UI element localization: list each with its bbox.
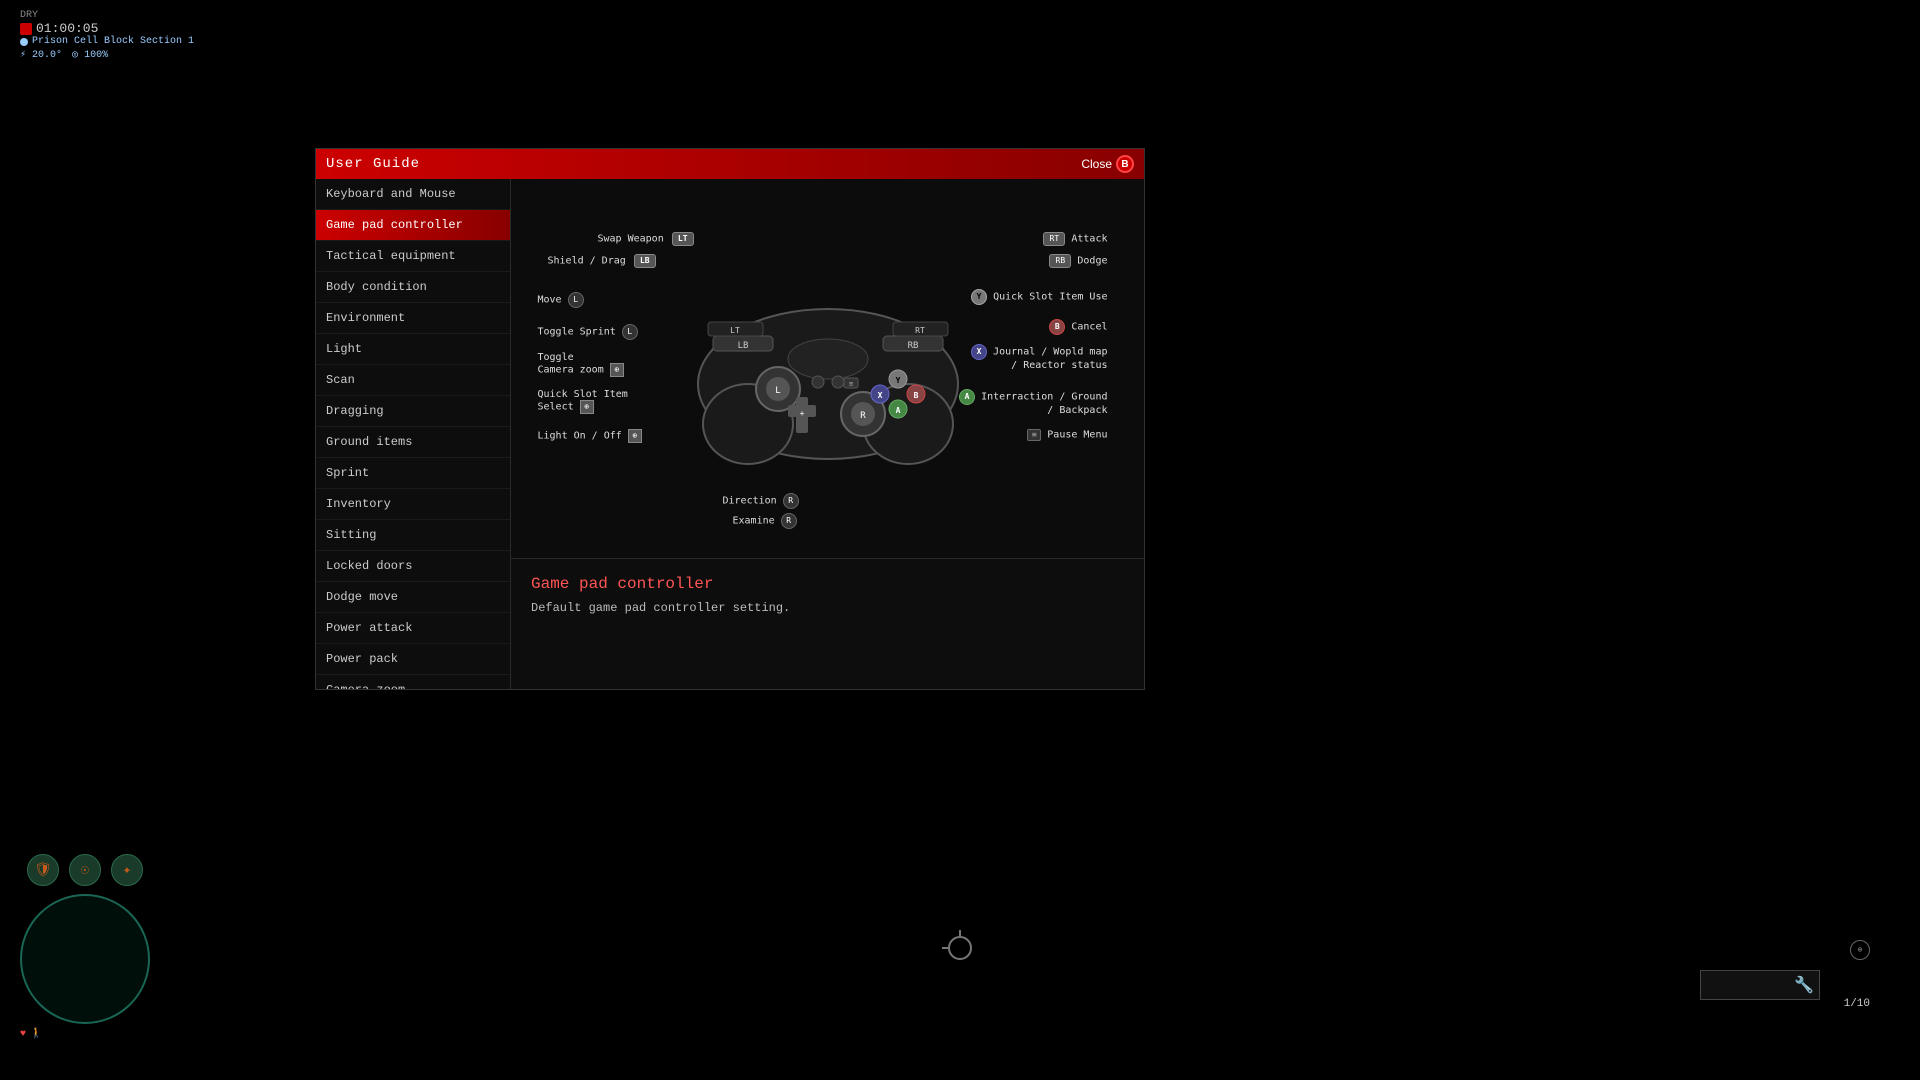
controller-svg: L R + Y B <box>688 274 968 474</box>
dialog-title-bar: User Guide Close B <box>316 149 1144 179</box>
label-quick-slot-use: Y Quick Slot Item Use <box>971 289 1107 305</box>
close-button[interactable]: Close B <box>1081 155 1134 173</box>
hud-top-left: DRY 01:00:05 Prison Cell Block Section 1… <box>20 10 194 61</box>
hud-temp: ⚡ 20.0° <box>20 49 62 61</box>
user-guide-dialog: User Guide Close B Keyboard and Mouse Ga… <box>315 148 1145 690</box>
sidebar-item-dodge-move[interactable]: Dodge move <box>316 582 510 613</box>
hud-icon-shield: 🛡 <box>27 854 59 886</box>
hud-location: Prison Cell Block Section 1 <box>20 36 194 47</box>
sidebar-item-gamepad[interactable]: Game pad controller <box>316 210 510 241</box>
hud-timer-value: 01:00:05 <box>36 21 98 36</box>
svg-text:X: X <box>877 391 882 400</box>
label-dodge: RB Dodge <box>1049 254 1107 268</box>
hud-timer-icon <box>20 23 32 35</box>
controller-diagram: L R + Y B <box>538 224 1118 514</box>
sidebar-item-keyboard-mouse[interactable]: Keyboard and Mouse <box>316 179 510 210</box>
svg-text:LT: LT <box>730 326 740 335</box>
hud-bottom-left: 🛡 ☉ ✦ ♥ 🚶 <box>20 854 150 1040</box>
svg-text:LB: LB <box>737 341 748 351</box>
label-toggle-camera: ToggleCamera zoom ⊕ <box>538 352 624 377</box>
sidebar-item-locked-doors[interactable]: Locked doors <box>316 551 510 582</box>
hud-percent: ◎ 100% <box>72 49 108 61</box>
hud-icon-person: ☉ <box>69 854 101 886</box>
sidebar-item-sitting[interactable]: Sitting <box>316 520 510 551</box>
hud-timer: 01:00:05 <box>20 21 194 36</box>
hud-health: ♥ 🚶 <box>20 1028 150 1040</box>
svg-text:≡: ≡ <box>848 380 852 388</box>
compass-icon: ⊕ <box>1850 940 1870 960</box>
description-title: Game pad controller <box>531 575 1124 593</box>
sidebar-item-environment[interactable]: Environment <box>316 303 510 334</box>
label-direction: Direction R <box>723 493 799 509</box>
close-b-icon: B <box>1116 155 1134 173</box>
sidebar-item-power-attack[interactable]: Power attack <box>316 613 510 644</box>
dialog-title: User Guide <box>326 156 420 172</box>
label-examine: Examine R <box>733 513 797 529</box>
hud-icon-food: ✦ <box>111 854 143 886</box>
hud-stats: ⚡ 20.0° ◎ 100% <box>20 49 194 61</box>
label-cancel: B Cancel <box>1049 319 1107 335</box>
hud-location-text: Prison Cell Block Section 1 <box>32 36 194 47</box>
sidebar-item-power-pack[interactable]: Power pack <box>316 644 510 675</box>
hud-quick-icons: 🛡 ☉ ✦ <box>20 854 150 886</box>
svg-text:R: R <box>860 411 866 421</box>
hud-health-person-icon: 🚶 <box>30 1028 42 1040</box>
label-attack: RT Attack <box>1043 232 1107 246</box>
svg-text:+: + <box>799 409 804 418</box>
sidebar-item-ground-items[interactable]: Ground items <box>316 427 510 458</box>
svg-text:RT: RT <box>915 326 925 335</box>
controller-diagram-area: L R + Y B <box>511 179 1144 559</box>
label-journal: X Journal / Wopld map / Reactor status <box>971 344 1107 371</box>
svg-text:RB: RB <box>907 341 918 351</box>
hud-minimap-circle <box>20 894 150 1024</box>
weapon-slot: 🔧 <box>1700 970 1820 1000</box>
sidebar: Keyboard and Mouse Game pad controller T… <box>316 179 511 689</box>
sidebar-item-inventory[interactable]: Inventory <box>316 489 510 520</box>
hud-health-icon: ♥ <box>20 1029 26 1040</box>
label-pause-menu: ≡ Pause Menu <box>1027 429 1107 441</box>
label-shield-drag: Shield / Drag LB <box>548 254 658 268</box>
sidebar-item-dragging[interactable]: Dragging <box>316 396 510 427</box>
label-light-onoff: Light On / Off ⊕ <box>538 429 642 443</box>
main-content: L R + Y B <box>511 179 1144 689</box>
label-interaction: A Interraction / Ground / Backpack <box>959 389 1107 416</box>
svg-text:Y: Y <box>895 376 900 385</box>
sidebar-item-scan[interactable]: Scan <box>316 365 510 396</box>
label-swap-weapon: Swap Weapon LT <box>598 232 696 246</box>
hud-dry-label: DRY <box>20 10 194 21</box>
hud-crosshair <box>948 936 972 960</box>
sidebar-item-tactical[interactable]: Tactical equipment <box>316 241 510 272</box>
close-label: Close <box>1081 157 1112 171</box>
sidebar-item-camera-zoom[interactable]: Camera zoom <box>316 675 510 689</box>
sidebar-item-light[interactable]: Light <box>316 334 510 365</box>
label-move: Move L <box>538 292 584 308</box>
sidebar-item-body-condition[interactable]: Body condition <box>316 272 510 303</box>
description-area: Game pad controller Default game pad con… <box>511 559 1144 689</box>
sidebar-item-sprint[interactable]: Sprint <box>316 458 510 489</box>
dialog-body: Keyboard and Mouse Game pad controller T… <box>316 179 1144 689</box>
label-quick-slot-select: Quick Slot ItemSelect ⊕ <box>538 389 628 414</box>
label-toggle-sprint: Toggle Sprint L <box>538 324 638 340</box>
svg-text:L: L <box>775 386 780 396</box>
svg-text:A: A <box>895 406 900 415</box>
svg-text:B: B <box>913 391 918 400</box>
description-text: Default game pad controller setting. <box>531 601 1124 615</box>
hud-location-pin-icon <box>20 38 28 46</box>
ammo-count: 1/10 <box>1844 998 1870 1010</box>
weapon-icon: 🔧 <box>1794 975 1814 995</box>
